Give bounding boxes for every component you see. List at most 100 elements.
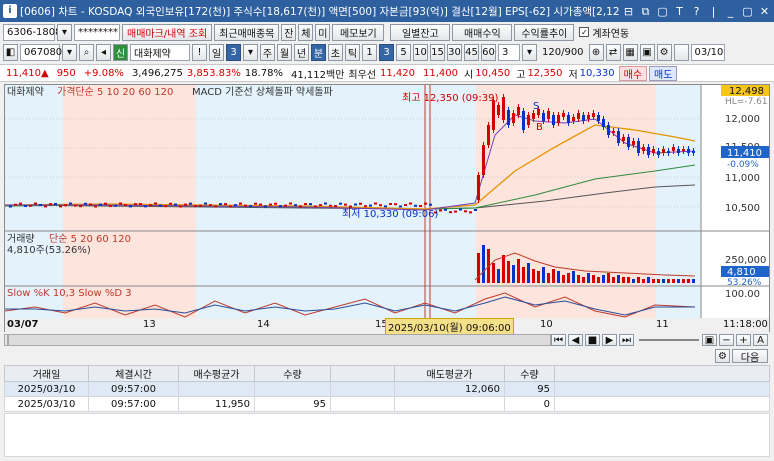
volume-bar [567, 273, 570, 283]
account-link-checkbox[interactable]: ✓ 계좌연동 [576, 24, 632, 41]
interval-10[interactable]: 10 [413, 43, 428, 61]
candle [29, 204, 32, 207]
account-dropdown-icon[interactable]: ▾ [57, 23, 72, 41]
candle [557, 115, 560, 123]
title-bar: i [0606] 차트 - KOSDAQ 외국인보유[172(천)] 주식수[1… [0, 0, 774, 22]
interval-input[interactable]: 3 [498, 43, 520, 61]
interval-45[interactable]: 45 [464, 43, 479, 61]
stock-chart[interactable]: 대화제약 가격단순 5 10 20 60 120 MACD 기준선 상체돌파 약… [4, 84, 770, 332]
header-sell-qty[interactable]: 수량 [504, 365, 555, 382]
date-input[interactable]: 03/10 [690, 43, 725, 61]
interval-15[interactable]: 15 [430, 43, 445, 61]
zoom-slider[interactable] [639, 339, 699, 341]
settings-icon[interactable]: ⚙ [656, 43, 672, 61]
cell-time: 09:57:00 [88, 381, 179, 397]
new-icon[interactable]: 신 [113, 43, 128, 61]
zoom-fit-icon[interactable]: ▣ [702, 334, 717, 346]
header-buy-qty[interactable]: 수량 [254, 365, 331, 382]
period-count-dropdown-icon[interactable]: ▾ [243, 43, 258, 61]
minimize-button[interactable]: _ [723, 4, 738, 19]
close-button[interactable]: ✕ [757, 4, 772, 19]
candle [79, 205, 82, 208]
scroll-next-icon[interactable]: ▶ [602, 334, 617, 346]
volume-bar [562, 275, 565, 283]
next-button[interactable]: 다음 [732, 349, 768, 364]
help-icon[interactable]: ? [689, 4, 704, 19]
zoom-plus-icon[interactable]: + [736, 334, 751, 346]
grid-settings-icon[interactable]: ⚙ [715, 349, 730, 363]
period-second[interactable]: 초 [328, 43, 343, 61]
legend-stock: 대화제약 [7, 86, 44, 98]
period-minute[interactable]: 분 [311, 43, 326, 61]
x-label-14: 14 [257, 319, 270, 330]
profit-trend-button[interactable]: 수익률추이 [514, 23, 575, 41]
code-dropdown-icon[interactable]: ▾ [62, 43, 77, 61]
volume-bar [687, 279, 690, 283]
text-size-icon[interactable]: A [753, 334, 768, 346]
text-icon[interactable]: T [672, 4, 687, 19]
scroll-first-icon[interactable]: ⏮ [551, 334, 566, 346]
interval-dropdown-icon[interactable]: ▾ [522, 43, 537, 61]
period-day[interactable]: 일 [209, 43, 224, 61]
candle [329, 204, 332, 207]
executed-button[interactable]: 체 [298, 23, 314, 41]
table-row[interactable]: 2025/03/10 09:57:00 12,060 95 [4, 381, 770, 397]
volume-rate: 3,853.83% [186, 67, 241, 79]
save-icon[interactable]: ▣ [639, 43, 655, 61]
candle [587, 115, 590, 119]
zoom-out-icon[interactable]: − [719, 334, 734, 346]
candle [682, 149, 685, 151]
candle [522, 111, 525, 130]
maximize-button[interactable]: ▢ [740, 4, 755, 19]
interval-30[interactable]: 30 [447, 43, 462, 61]
daily-balance-button[interactable]: 일별잔고 [390, 23, 451, 41]
trade-profit-button[interactable]: 매매수익 [452, 23, 513, 41]
period-tick[interactable]: 틱 [345, 43, 360, 61]
chart-canvas[interactable]: 대화제약 가격단순 5 10 20 60 120 MACD 기준선 상체돌파 약… [5, 85, 769, 331]
recent-trade-button[interactable]: 최근매매종목 [214, 23, 280, 41]
alert-icon[interactable]: ! [192, 43, 207, 61]
date-checkbox[interactable] [673, 43, 689, 61]
interval-3[interactable]: 3 [379, 43, 394, 61]
header-sell-avg[interactable]: 매도평균가 [394, 365, 505, 382]
balance-button[interactable]: 잔 [281, 23, 297, 41]
period-month[interactable]: 월 [277, 43, 292, 61]
grid-icon[interactable]: ▦ [622, 43, 638, 61]
sell-button[interactable]: 매도 [649, 65, 678, 81]
period-count[interactable]: 3 [226, 43, 241, 61]
scroll-last-icon[interactable]: ⏭ [619, 334, 634, 346]
candle [344, 203, 347, 206]
candle [389, 203, 392, 206]
header-trade-date[interactable]: 거래일 [4, 365, 89, 382]
password-field[interactable]: ******** [74, 23, 120, 41]
table-row[interactable]: 2025/03/10 09:57:00 11,950 95 0 [4, 396, 770, 412]
interval-5[interactable]: 5 [396, 43, 411, 61]
stock-code-input[interactable]: 067080 [20, 43, 62, 61]
period-year[interactable]: 년 [294, 43, 309, 61]
interval-1[interactable]: 1 [362, 43, 377, 61]
header-buy-avg[interactable]: 매수평균가 [178, 365, 255, 382]
volume-bar [682, 279, 685, 283]
account-select[interactable]: 6306-1808 [3, 23, 62, 41]
zoom-in-icon[interactable]: ⊕ [588, 43, 604, 61]
restore-icon[interactable]: ⧉ [638, 4, 653, 19]
period-week[interactable]: 주 [260, 43, 275, 61]
memo-button[interactable]: 메모보기 [332, 23, 385, 41]
candle [94, 205, 97, 208]
prev-icon[interactable]: ◂ [96, 43, 111, 61]
search-icon[interactable]: ⌕ [79, 43, 94, 61]
scroll-prev-icon[interactable]: ◀ [568, 334, 583, 346]
header-exec-time[interactable]: 체결시간 [88, 365, 179, 382]
trade-mark-button[interactable]: 매매마크/내역 조회 [122, 23, 213, 41]
volume-bar [667, 279, 670, 283]
scroll-stop-icon[interactable]: ■ [585, 334, 600, 346]
volume-bar [497, 269, 500, 283]
layout-icon[interactable]: ⊟ [621, 4, 636, 19]
buy-button[interactable]: 매수 [618, 65, 648, 81]
interval-60[interactable]: 60 [481, 43, 496, 61]
chart-menu-icon[interactable]: ◧ [3, 43, 18, 61]
link-icon[interactable]: ⇄ [605, 43, 621, 61]
unexecuted-button[interactable]: 미 [315, 23, 331, 41]
chart-scrollbar[interactable] [8, 334, 551, 346]
frame-icon[interactable]: ▢ [655, 4, 670, 19]
